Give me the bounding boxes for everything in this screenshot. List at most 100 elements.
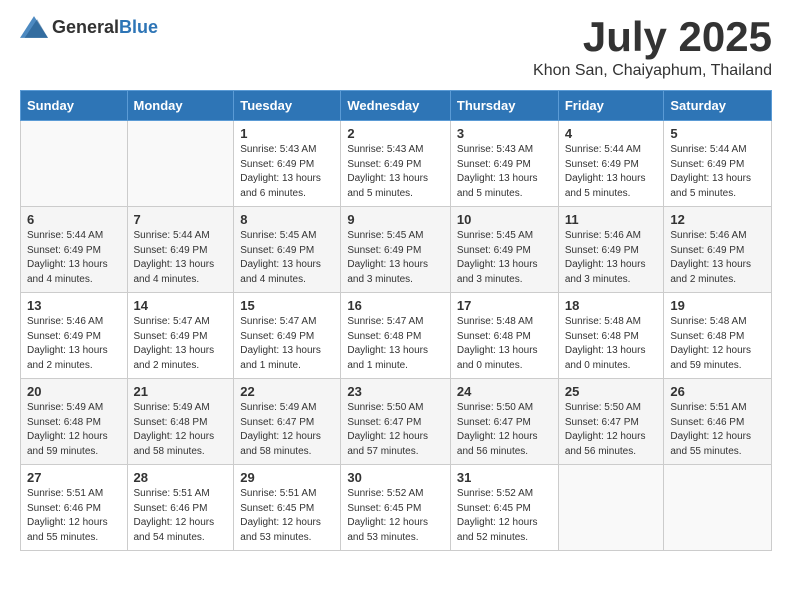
calendar-cell: 13Sunrise: 5:46 AM Sunset: 6:49 PM Dayli… (21, 293, 128, 379)
day-info: Sunrise: 5:45 AM Sunset: 6:49 PM Dayligh… (240, 229, 334, 287)
day-info: Sunrise: 5:50 AM Sunset: 6:47 PM Dayligh… (347, 401, 444, 459)
calendar-cell: 28Sunrise: 5:51 AM Sunset: 6:46 PM Dayli… (127, 465, 234, 551)
calendar-cell: 4 Sunrise: 5:44 AM Sunset: 6:49 PM Daylig… (558, 121, 664, 207)
day-info: Sunrise: 5:50 AM Sunset: 6:47 PM Dayligh… (565, 401, 658, 459)
day-number: 19 (670, 298, 765, 313)
day-info: Sunrise: 5:52 AM Sunset: 6:45 PM Dayligh… (457, 487, 552, 545)
calendar-cell: 17 Sunrise: 5:48 AM Sunset: 6:48 PM Dayli… (450, 293, 558, 379)
col-sunday: Sunday (21, 91, 128, 121)
calendar-cell: 25 Sunrise: 5:50 AM Sunset: 6:47 PM Dayli… (558, 379, 664, 465)
calendar-cell: 24Sunrise: 5:50 AM Sunset: 6:47 PM Dayli… (450, 379, 558, 465)
day-number: 20 (27, 384, 121, 399)
calendar-cell (127, 121, 234, 207)
calendar-cell: 3 Sunrise: 5:43 AM Sunset: 6:49 PM Daylig… (450, 121, 558, 207)
day-info: Sunrise: 5:48 AM Sunset: 6:48 PM Dayligh… (670, 315, 765, 373)
month-title: July 2025 (533, 16, 772, 58)
calendar-cell: 27 Sunrise: 5:51 AM Sunset: 6:46 PM Dayli… (21, 465, 128, 551)
day-info: Sunrise: 5:46 AM Sunset: 6:49 PM Dayligh… (27, 315, 121, 373)
day-number: 5 (670, 126, 765, 141)
calendar-cell: 20 Sunrise: 5:49 AM Sunset: 6:48 PM Dayli… (21, 379, 128, 465)
col-tuesday: Tuesday (234, 91, 341, 121)
day-number: 21 (134, 384, 228, 399)
calendar-cell: 7 Sunrise: 5:44 AM Sunset: 6:49 PM Daylig… (127, 207, 234, 293)
day-info: Sunrise: 5:44 AM Sunset: 6:49 PM Dayligh… (565, 143, 658, 201)
calendar-cell (664, 465, 772, 551)
calendar-table: Sunday Monday Tuesday Wednesday Thursday… (20, 90, 772, 551)
calendar-cell (558, 465, 664, 551)
calendar-cell: 15 Sunrise: 5:47 AM Sunset: 6:49 PM Dayli… (234, 293, 341, 379)
col-wednesday: Wednesday (341, 91, 451, 121)
day-number: 1 (240, 126, 334, 141)
day-info: Sunrise: 5:48 AM Sunset: 6:48 PM Dayligh… (565, 315, 658, 373)
location-title: Khon San, Chaiyaphum, Thailand (533, 62, 772, 80)
calendar-cell: 2 Sunrise: 5:43 AM Sunset: 6:49 PM Daylig… (341, 121, 451, 207)
calendar-cell: 16 Sunrise: 5:47 AM Sunset: 6:48 PM Dayli… (341, 293, 451, 379)
day-number: 3 (457, 126, 552, 141)
calendar-cell: 8 Sunrise: 5:45 AM Sunset: 6:49 PM Daylig… (234, 207, 341, 293)
day-info: Sunrise: 5:46 AM Sunset: 6:49 PM Dayligh… (565, 229, 658, 287)
col-saturday: Saturday (664, 91, 772, 121)
day-info: Sunrise: 5:43 AM Sunset: 6:49 PM Dayligh… (347, 143, 444, 201)
calendar-cell: 14 Sunrise: 5:47 AM Sunset: 6:49 PM Dayli… (127, 293, 234, 379)
day-info: Sunrise: 5:46 AM Sunset: 6:49 PM Dayligh… (670, 229, 765, 287)
day-info: Sunrise: 5:51 AM Sunset: 6:46 PM Dayligh… (670, 401, 765, 459)
day-info: Sunrise: 5:44 AM Sunset: 6:49 PM Dayligh… (27, 229, 121, 287)
day-info: Sunrise: 5:51 AM Sunset: 6:46 PM Dayligh… (134, 487, 228, 545)
day-number: 8 (240, 212, 334, 227)
day-info: Sunrise: 5:47 AM Sunset: 6:49 PM Dayligh… (134, 315, 228, 373)
day-number: 18 (565, 298, 658, 313)
calendar-header-row: Sunday Monday Tuesday Wednesday Thursday… (21, 91, 772, 121)
day-number: 26 (670, 384, 765, 399)
day-number: 14 (134, 298, 228, 313)
calendar-cell: 9Sunrise: 5:45 AM Sunset: 6:49 PM Daylig… (341, 207, 451, 293)
day-number: 2 (347, 126, 444, 141)
day-number: 10 (457, 212, 552, 227)
day-number: 7 (134, 212, 228, 227)
day-info: Sunrise: 5:51 AM Sunset: 6:45 PM Dayligh… (240, 487, 334, 545)
day-info: Sunrise: 5:47 AM Sunset: 6:49 PM Dayligh… (240, 315, 334, 373)
calendar-week-row: 13Sunrise: 5:46 AM Sunset: 6:49 PM Dayli… (21, 293, 772, 379)
day-number: 11 (565, 212, 658, 227)
calendar-week-row: 6 Sunrise: 5:44 AM Sunset: 6:49 PM Daylig… (21, 207, 772, 293)
day-number: 29 (240, 470, 334, 485)
day-info: Sunrise: 5:49 AM Sunset: 6:48 PM Dayligh… (27, 401, 121, 459)
calendar-cell: 6 Sunrise: 5:44 AM Sunset: 6:49 PM Daylig… (21, 207, 128, 293)
calendar-cell: 1 Sunrise: 5:43 AM Sunset: 6:49 PM Daylig… (234, 121, 341, 207)
day-number: 24 (457, 384, 552, 399)
day-number: 16 (347, 298, 444, 313)
day-info: Sunrise: 5:47 AM Sunset: 6:48 PM Dayligh… (347, 315, 444, 373)
calendar-cell: 31 Sunrise: 5:52 AM Sunset: 6:45 PM Dayli… (450, 465, 558, 551)
day-number: 15 (240, 298, 334, 313)
day-number: 6 (27, 212, 121, 227)
day-number: 23 (347, 384, 444, 399)
day-info: Sunrise: 5:44 AM Sunset: 6:49 PM Dayligh… (670, 143, 765, 201)
day-info: Sunrise: 5:43 AM Sunset: 6:49 PM Dayligh… (240, 143, 334, 201)
day-info: Sunrise: 5:43 AM Sunset: 6:49 PM Dayligh… (457, 143, 552, 201)
day-info: Sunrise: 5:44 AM Sunset: 6:49 PM Dayligh… (134, 229, 228, 287)
calendar-cell: 12 Sunrise: 5:46 AM Sunset: 6:49 PM Dayli… (664, 207, 772, 293)
day-info: Sunrise: 5:51 AM Sunset: 6:46 PM Dayligh… (27, 487, 121, 545)
calendar-week-row: 20 Sunrise: 5:49 AM Sunset: 6:48 PM Dayli… (21, 379, 772, 465)
day-number: 12 (670, 212, 765, 227)
day-number: 27 (27, 470, 121, 485)
calendar-cell: 29 Sunrise: 5:51 AM Sunset: 6:45 PM Dayli… (234, 465, 341, 551)
calendar-cell: 30 Sunrise: 5:52 AM Sunset: 6:45 PM Dayli… (341, 465, 451, 551)
day-info: Sunrise: 5:52 AM Sunset: 6:45 PM Dayligh… (347, 487, 444, 545)
day-info: Sunrise: 5:49 AM Sunset: 6:47 PM Dayligh… (240, 401, 334, 459)
day-info: Sunrise: 5:45 AM Sunset: 6:49 PM Dayligh… (457, 229, 552, 287)
col-friday: Friday (558, 91, 664, 121)
day-info: Sunrise: 5:48 AM Sunset: 6:48 PM Dayligh… (457, 315, 552, 373)
day-number: 17 (457, 298, 552, 313)
day-number: 31 (457, 470, 552, 485)
logo-general-text: General (52, 17, 119, 37)
day-number: 22 (240, 384, 334, 399)
calendar-cell: 5 Sunrise: 5:44 AM Sunset: 6:49 PM Daylig… (664, 121, 772, 207)
logo-icon (20, 16, 48, 38)
logo-blue-text: Blue (119, 17, 158, 37)
calendar-cell: 23 Sunrise: 5:50 AM Sunset: 6:47 PM Dayli… (341, 379, 451, 465)
day-number: 4 (565, 126, 658, 141)
day-number: 30 (347, 470, 444, 485)
day-number: 25 (565, 384, 658, 399)
calendar-cell: 18 Sunrise: 5:48 AM Sunset: 6:48 PM Dayli… (558, 293, 664, 379)
calendar-cell (21, 121, 128, 207)
